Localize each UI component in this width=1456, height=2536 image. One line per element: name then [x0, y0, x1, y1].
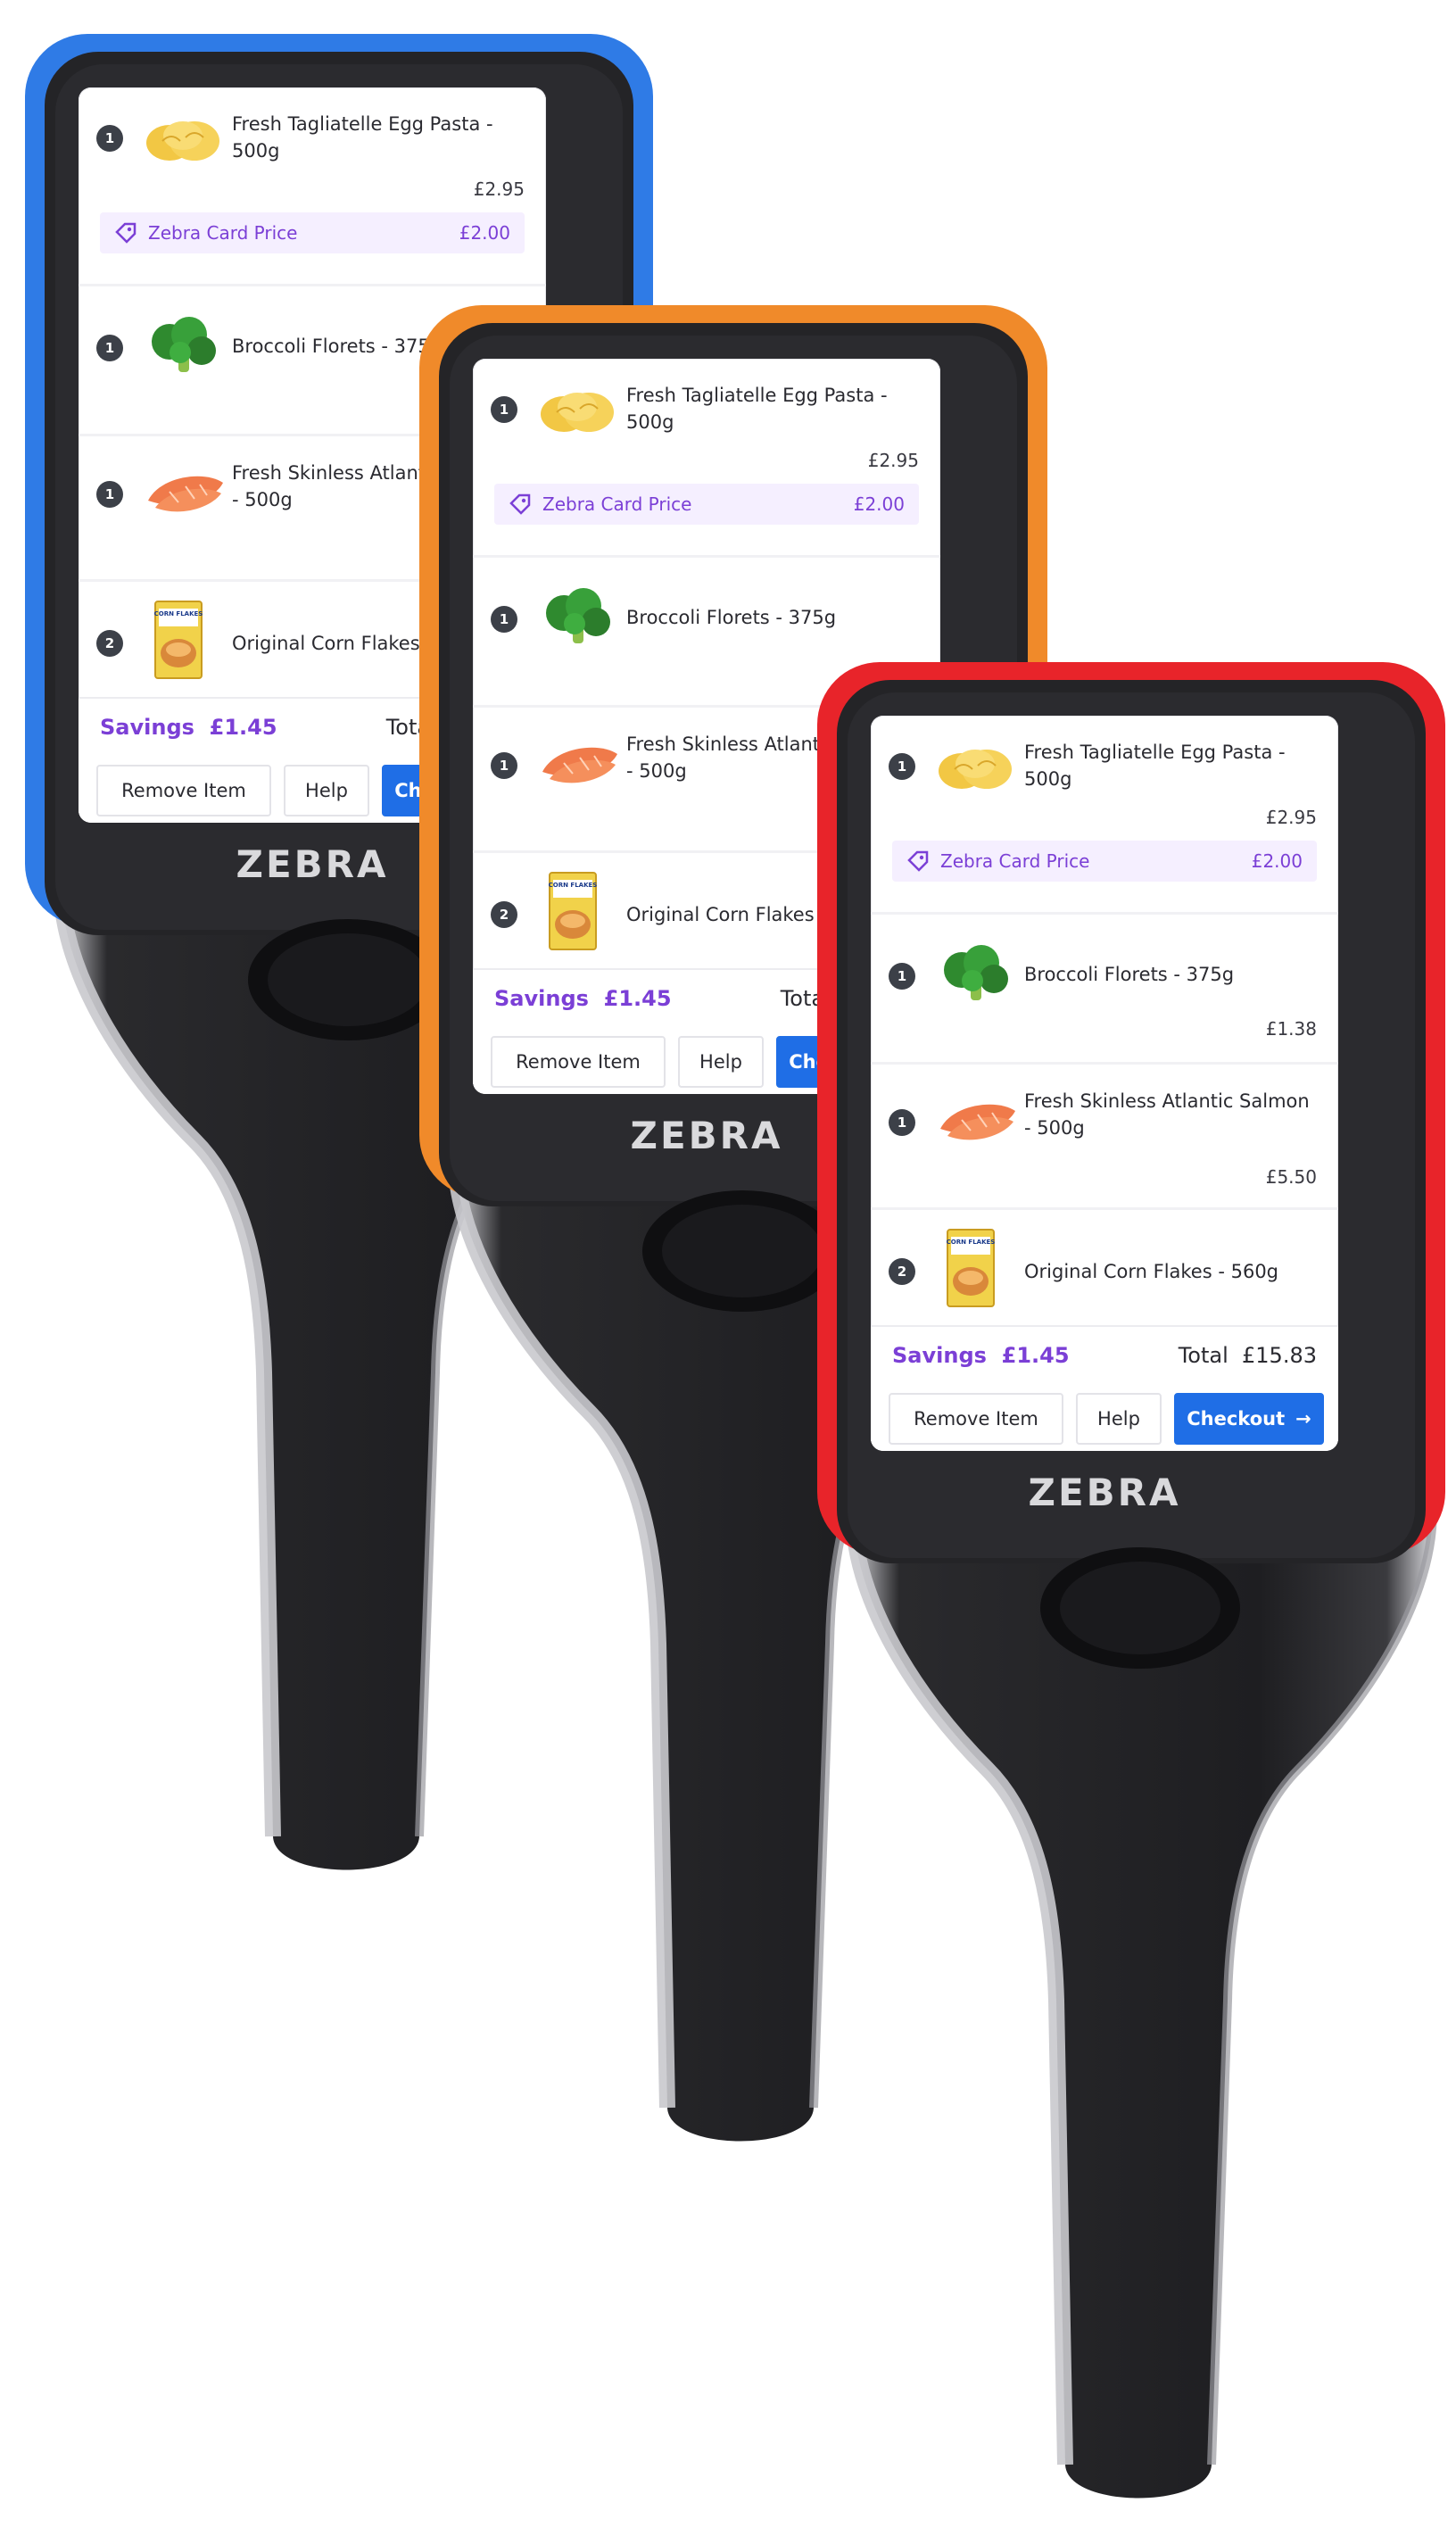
total-summary: Total £15.83: [1178, 1343, 1317, 1368]
remove-item-button[interactable]: Remove Item: [491, 1036, 666, 1088]
list-item[interactable]: 1 Broccoli Florets - 375g £1.38: [871, 915, 1338, 1065]
help-button[interactable]: Help: [1076, 1393, 1162, 1445]
quantity-badge: 2: [889, 1258, 915, 1285]
tag-icon: [115, 222, 136, 244]
help-button[interactable]: Help: [678, 1036, 764, 1088]
salmon-icon: [542, 747, 617, 783]
product-price: £2.95: [473, 178, 525, 200]
salmon-icon: [148, 476, 223, 512]
pasta-icon: [146, 121, 219, 161]
checkout-button[interactable]: Checkout →: [1174, 1393, 1324, 1445]
quantity-badge: 1: [96, 125, 123, 152]
promo-label: Zebra Card Price: [940, 850, 1090, 872]
product-price: £5.50: [1265, 1166, 1317, 1188]
pasta-icon: [541, 393, 614, 432]
tag-icon: [509, 493, 531, 515]
promo-price: £2.00: [1251, 850, 1303, 872]
quantity-badge: 2: [96, 630, 123, 657]
product-price: £2.95: [867, 450, 919, 471]
product-name: Fresh Tagliatelle Egg Pasta - 500g: [232, 113, 493, 162]
list-item[interactable]: 1 Fresh Skinless Atlantic Salmon - 500g …: [871, 1065, 1338, 1210]
quantity-badge: 2: [491, 901, 517, 928]
cereal-box-icon: CORN FLAKES: [154, 601, 203, 679]
broccoli-icon: [152, 317, 216, 372]
promo-label: Zebra Card Price: [542, 493, 692, 515]
list-item[interactable]: 1 Fresh Tagliatelle Egg Pasta - 500g £2.…: [79, 87, 546, 286]
list-item[interactable]: 2 CORN FLAKES Original Corn Flakes - 560…: [871, 1210, 1338, 1327]
product-name: Fresh Tagliatelle Egg Pasta - 500g: [1024, 742, 1286, 790]
tag-icon: [907, 850, 929, 872]
salmon-icon: [940, 1104, 1015, 1140]
remove-item-button[interactable]: Remove Item: [96, 765, 271, 816]
product-name: Fresh Tagliatelle Egg Pasta - 500g: [626, 385, 888, 433]
remove-item-button[interactable]: Remove Item: [889, 1393, 1063, 1445]
product-name: Broccoli Florets - 375g: [1024, 964, 1235, 985]
quantity-badge: 1: [491, 396, 517, 423]
product-price: £2.95: [1265, 807, 1317, 828]
pasta-icon: [939, 750, 1012, 789]
quantity-badge: 1: [889, 753, 915, 780]
cereal-box-icon: CORN FLAKES: [549, 872, 598, 950]
quantity-badge: 1: [889, 1109, 915, 1136]
quantity-badge: 1: [889, 963, 915, 990]
broccoli-icon: [944, 945, 1008, 1000]
help-button[interactable]: Help: [284, 765, 369, 816]
cereal-box-icon: CORN FLAKES: [947, 1229, 996, 1307]
promo-price: £2.00: [853, 493, 905, 515]
savings-summary: Savings £1.45: [100, 715, 277, 740]
arrow-right-icon: →: [1295, 1408, 1311, 1430]
product-name: Original Corn Flakes - 560g: [1024, 1261, 1279, 1282]
promo-price: £2.00: [459, 222, 510, 244]
cart-item-list: 1 Fresh Tagliatelle Egg Pasta - 500g £2.…: [871, 716, 1338, 1327]
svg-text:CORN FLAKES: CORN FLAKES: [154, 610, 203, 617]
list-item[interactable]: 1 Fresh Tagliatelle Egg Pasta - 500g £2.…: [473, 359, 940, 558]
broccoli-icon: [546, 588, 610, 643]
product-name: Broccoli Florets - 375g: [626, 607, 837, 628]
quantity-badge: 1: [96, 335, 123, 361]
product-name: Fresh Skinless Atlantic Salmon - 500g: [1024, 1090, 1310, 1139]
brand-logo: ZEBRA: [1028, 1471, 1181, 1514]
promo-banner: Zebra Card Price £2.00: [494, 484, 919, 525]
product-price: £1.38: [1265, 1018, 1317, 1040]
device-screen: 1 Fresh Tagliatelle Egg Pasta - 500g £2.…: [871, 716, 1338, 1451]
promo-label: Zebra Card Price: [148, 222, 298, 244]
quantity-badge: 1: [96, 481, 123, 508]
quantity-badge: 1: [491, 752, 517, 779]
svg-text:CORN FLAKES: CORN FLAKES: [947, 1239, 996, 1246]
savings-summary: Savings £1.45: [892, 1343, 1070, 1368]
promo-banner: Zebra Card Price £2.00: [100, 212, 525, 253]
svg-text:CORN FLAKES: CORN FLAKES: [549, 882, 598, 889]
cart-summary: Savings £1.45 Total £15.83 Remove Item H…: [871, 1325, 1338, 1451]
savings-summary: Savings £1.45: [494, 986, 672, 1011]
list-item[interactable]: 1 Fresh Tagliatelle Egg Pasta - 500g £2.…: [871, 716, 1338, 915]
promo-banner: Zebra Card Price £2.00: [892, 841, 1317, 882]
quantity-badge: 1: [491, 606, 517, 633]
